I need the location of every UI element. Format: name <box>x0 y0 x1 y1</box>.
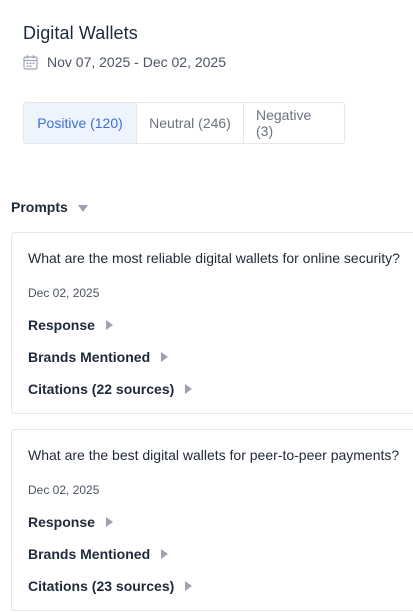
prompts-sort-toggle[interactable]: Prompts <box>11 199 88 215</box>
sentiment-tabs: Positive (120) Neutral (246) Negative (3… <box>23 102 345 144</box>
response-toggle[interactable]: Response <box>28 317 113 333</box>
prompt-date: Dec 02, 2025 <box>28 483 100 497</box>
tab-positive[interactable]: Positive (120) <box>24 103 137 143</box>
brands-mentioned-label: Brands Mentioned <box>28 349 151 365</box>
citations-label: Citations (23 sources) <box>28 578 175 594</box>
response-toggle[interactable]: Response <box>28 514 113 530</box>
date-range-text: Nov 07, 2025 - Dec 02, 2025 <box>47 54 227 70</box>
tab-neutral[interactable]: Neutral (246) <box>137 103 244 143</box>
brands-mentioned-toggle[interactable]: Brands Mentioned <box>28 349 169 365</box>
prompt-card: What are the most reliable digital walle… <box>11 232 413 414</box>
prompt-card: What are the best digital wallets for pe… <box>11 429 413 611</box>
prompts-label: Prompts <box>11 199 68 215</box>
prompt-question: What are the best digital wallets for pe… <box>28 447 400 463</box>
tab-negative[interactable]: Negative (3) <box>244 103 344 143</box>
citations-label: Citations (22 sources) <box>28 381 175 397</box>
response-label: Response <box>28 317 95 333</box>
prompt-question: What are the most reliable digital walle… <box>28 250 400 266</box>
citations-toggle[interactable]: Citations (23 sources) <box>28 578 193 594</box>
citations-toggle[interactable]: Citations (22 sources) <box>28 381 193 397</box>
caret-right-icon <box>185 384 193 394</box>
caret-down-icon <box>77 205 88 212</box>
caret-right-icon <box>161 352 169 362</box>
date-range: Nov 07, 2025 - Dec 02, 2025 <box>23 54 226 70</box>
response-label: Response <box>28 514 95 530</box>
caret-right-icon <box>185 581 193 591</box>
calendar-icon <box>23 55 38 70</box>
page-title: Digital Wallets <box>23 23 138 43</box>
brands-mentioned-toggle[interactable]: Brands Mentioned <box>28 546 169 562</box>
prompt-date: Dec 02, 2025 <box>28 286 100 300</box>
brands-mentioned-label: Brands Mentioned <box>28 546 151 562</box>
caret-right-icon <box>105 517 113 527</box>
caret-right-icon <box>161 549 169 559</box>
caret-right-icon <box>105 320 113 330</box>
